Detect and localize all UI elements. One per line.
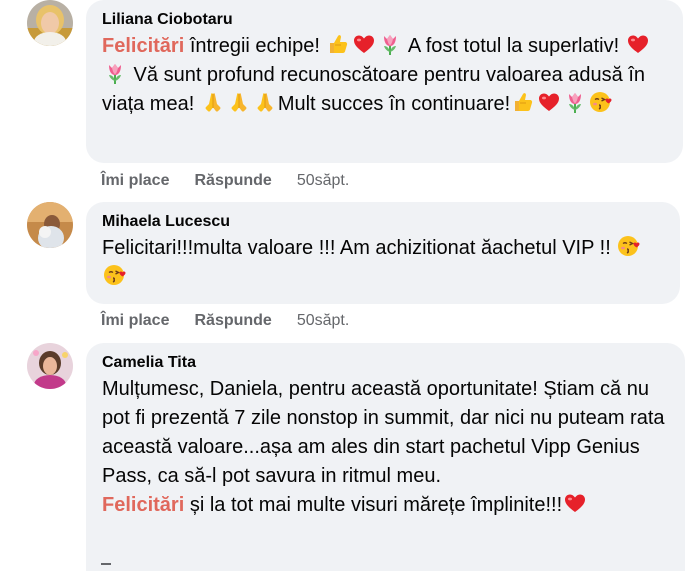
face-blowing-kiss-icon (589, 90, 613, 114)
tulip-icon (103, 61, 127, 85)
comment-bubble: Camelia Tita Mulțumesc, Daniela, pentru … (86, 343, 685, 571)
reply-button[interactable]: Răspunde (194, 172, 271, 190)
avatar[interactable] (27, 0, 73, 46)
comment-text: Felicitări întregii echipe! A fost totul… (102, 32, 667, 119)
folded-hands-icon (227, 90, 251, 114)
face-blowing-kiss-icon (617, 234, 641, 258)
reply-button[interactable]: Răspunde (194, 312, 271, 330)
comment-text-segment: întregii echipe! (184, 35, 326, 57)
highlighted-keyword: Felicitări (102, 35, 185, 57)
avatar[interactable] (27, 202, 73, 248)
avatar[interactable] (27, 343, 73, 389)
comment-actions: Îmi place Răspunde 50săpt. (101, 312, 349, 330)
comment-text-segment: Mulțumesc, Daniela, pentru această oport… (102, 378, 665, 487)
like-button[interactable]: Îmi place (101, 172, 169, 190)
comment-bubble: Mihaela Lucescu Felicitari!!!multa valoa… (86, 202, 680, 304)
thumbs-up-icon (511, 90, 535, 114)
comment-text-segment: și la tot mai multe visuri mărețe împlin… (184, 494, 563, 516)
red-heart-icon (537, 90, 561, 114)
author-name[interactable]: Liliana Ciobotaru (102, 10, 667, 30)
comment-bubble: Liliana Ciobotaru Felicitări întregii ec… (86, 0, 683, 163)
comment-text-segment: A fost totul la superlativ! (403, 35, 625, 57)
comment-text: Felicitari!!!multa valoare !!! Am achizi… (102, 234, 664, 292)
comment-text-segment: Felicitari!!!multa valoare !!! Am achizi… (102, 237, 617, 259)
comment-text-segment: Mult succes în continuare! (277, 93, 511, 115)
comment-actions: Îmi place Răspunde 50săpt. (101, 172, 349, 190)
folded-hands-icon (253, 90, 277, 114)
folded-hands-icon (201, 90, 225, 114)
red-heart-icon (352, 32, 376, 56)
highlighted-keyword: Felicitări (102, 494, 185, 516)
timestamp[interactable]: 50săpt. (297, 172, 349, 190)
face-blowing-kiss-icon (103, 263, 127, 287)
red-heart-icon (563, 491, 587, 515)
tulip-icon (563, 90, 587, 114)
like-button[interactable]: Îmi place (101, 312, 169, 330)
red-heart-icon (626, 32, 650, 56)
author-name[interactable]: Camelia Tita (102, 353, 669, 373)
author-name[interactable]: Mihaela Lucescu (102, 212, 664, 232)
comment-text: Mulțumesc, Daniela, pentru această oport… (102, 375, 669, 520)
thumbs-up-icon (326, 32, 350, 56)
tulip-icon (378, 32, 402, 56)
next-comment-edge (101, 563, 111, 573)
timestamp[interactable]: 50săpt. (297, 312, 349, 330)
